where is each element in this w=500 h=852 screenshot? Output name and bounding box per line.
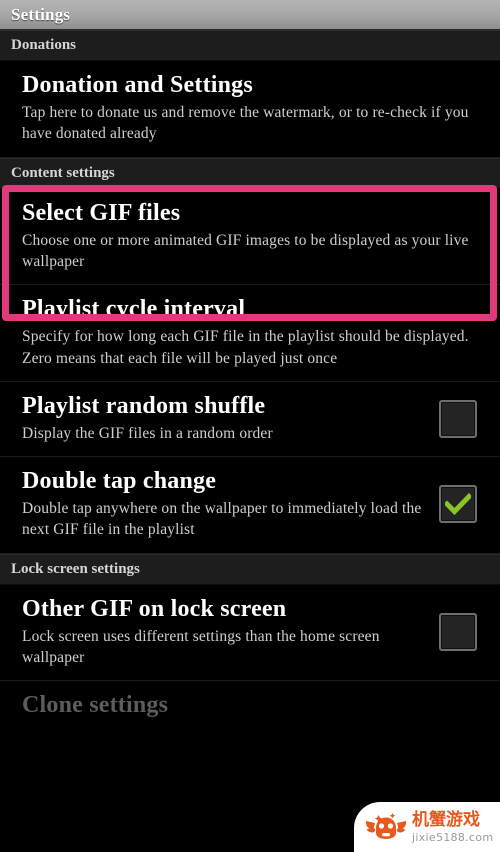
pref-donation-and-settings[interactable]: Donation and Settings Tap here to donate… bbox=[0, 61, 500, 158]
pref-playlist-cycle-interval[interactable]: Playlist cycle interval Specify for how … bbox=[0, 285, 500, 382]
pref-title: Donation and Settings bbox=[22, 72, 253, 98]
section-header-content-settings: Content settings bbox=[0, 157, 500, 189]
pref-title: Playlist random shuffle bbox=[22, 392, 266, 419]
pref-text: Playlist cycle interval Specify for how … bbox=[22, 296, 486, 369]
checkbox-wrap bbox=[430, 485, 486, 524]
checkbox-double-tap-change[interactable] bbox=[439, 485, 477, 524]
pref-summary: Choose one or more animated GIF images t… bbox=[22, 231, 469, 270]
pref-title: Clone settings bbox=[22, 692, 169, 719]
watermark: 机蟹游戏 jixie5188.com bbox=[354, 802, 500, 852]
checkmark-icon bbox=[445, 493, 471, 516]
settings-screen: Settings Donations Donation and Settings… bbox=[0, 0, 500, 852]
pref-other-gif-on-lock-screen[interactable]: Other GIF on lock screen Lock screen use… bbox=[0, 584, 500, 682]
pref-title: Playlist cycle interval bbox=[22, 296, 246, 323]
watermark-text: 机蟹游戏 jixie5188.com bbox=[412, 809, 494, 844]
pref-summary: Specify for how long each GIF file in th… bbox=[22, 328, 469, 367]
pref-title: Other GIF on lock screen bbox=[22, 595, 287, 622]
pref-summary: Display the GIF files in a random order bbox=[22, 424, 273, 442]
pref-text: Select GIF files Choose one or more anim… bbox=[22, 200, 486, 273]
crab-antennae-icon bbox=[424, 802, 446, 807]
pref-text: Playlist random shuffle Display the GIF … bbox=[22, 393, 430, 444]
pref-text: Donation and Settings Tap here to donate… bbox=[22, 72, 486, 145]
checkbox-other-gif-on-lock-screen[interactable] bbox=[439, 613, 477, 652]
checkbox-playlist-random-shuffle[interactable] bbox=[439, 399, 477, 438]
pref-title: Double tap change bbox=[22, 468, 217, 495]
watermark-brand: 机蟹游戏 bbox=[412, 809, 480, 830]
pref-clone-settings[interactable]: Clone settings bbox=[0, 681, 500, 732]
pref-title: Select GIF files bbox=[22, 199, 181, 226]
crab-logo-icon bbox=[365, 810, 407, 844]
title-bar: Settings bbox=[0, 0, 500, 30]
window-title: Settings bbox=[11, 4, 71, 24]
pref-playlist-random-shuffle[interactable]: Playlist random shuffle Display the GIF … bbox=[0, 381, 500, 458]
pref-double-tap-change[interactable]: Double tap change Double tap anywhere on… bbox=[0, 457, 500, 554]
checkbox-wrap bbox=[430, 613, 486, 652]
section-header-label: Donations bbox=[11, 37, 77, 53]
pref-text: Other GIF on lock screen Lock screen use… bbox=[22, 596, 430, 669]
pref-summary: Lock screen uses different settings than… bbox=[22, 627, 380, 666]
section-header-donations: Donations bbox=[0, 30, 500, 61]
pref-text: Double tap change Double tap anywhere on… bbox=[22, 468, 430, 541]
checkbox-wrap bbox=[430, 399, 486, 438]
pref-select-gif-files[interactable]: Select GIF files Choose one or more anim… bbox=[0, 188, 500, 286]
watermark-url: jixie5188.com bbox=[412, 830, 494, 844]
section-header-label: Content settings bbox=[11, 164, 115, 181]
section-header-lock-screen-settings: Lock screen settings bbox=[0, 553, 500, 585]
pref-summary: Tap here to donate us and remove the wat… bbox=[22, 103, 469, 143]
pref-summary: Double tap anywhere on the wallpaper to … bbox=[22, 500, 422, 539]
section-header-label: Lock screen settings bbox=[11, 560, 140, 577]
pref-text: Clone settings bbox=[22, 692, 486, 719]
